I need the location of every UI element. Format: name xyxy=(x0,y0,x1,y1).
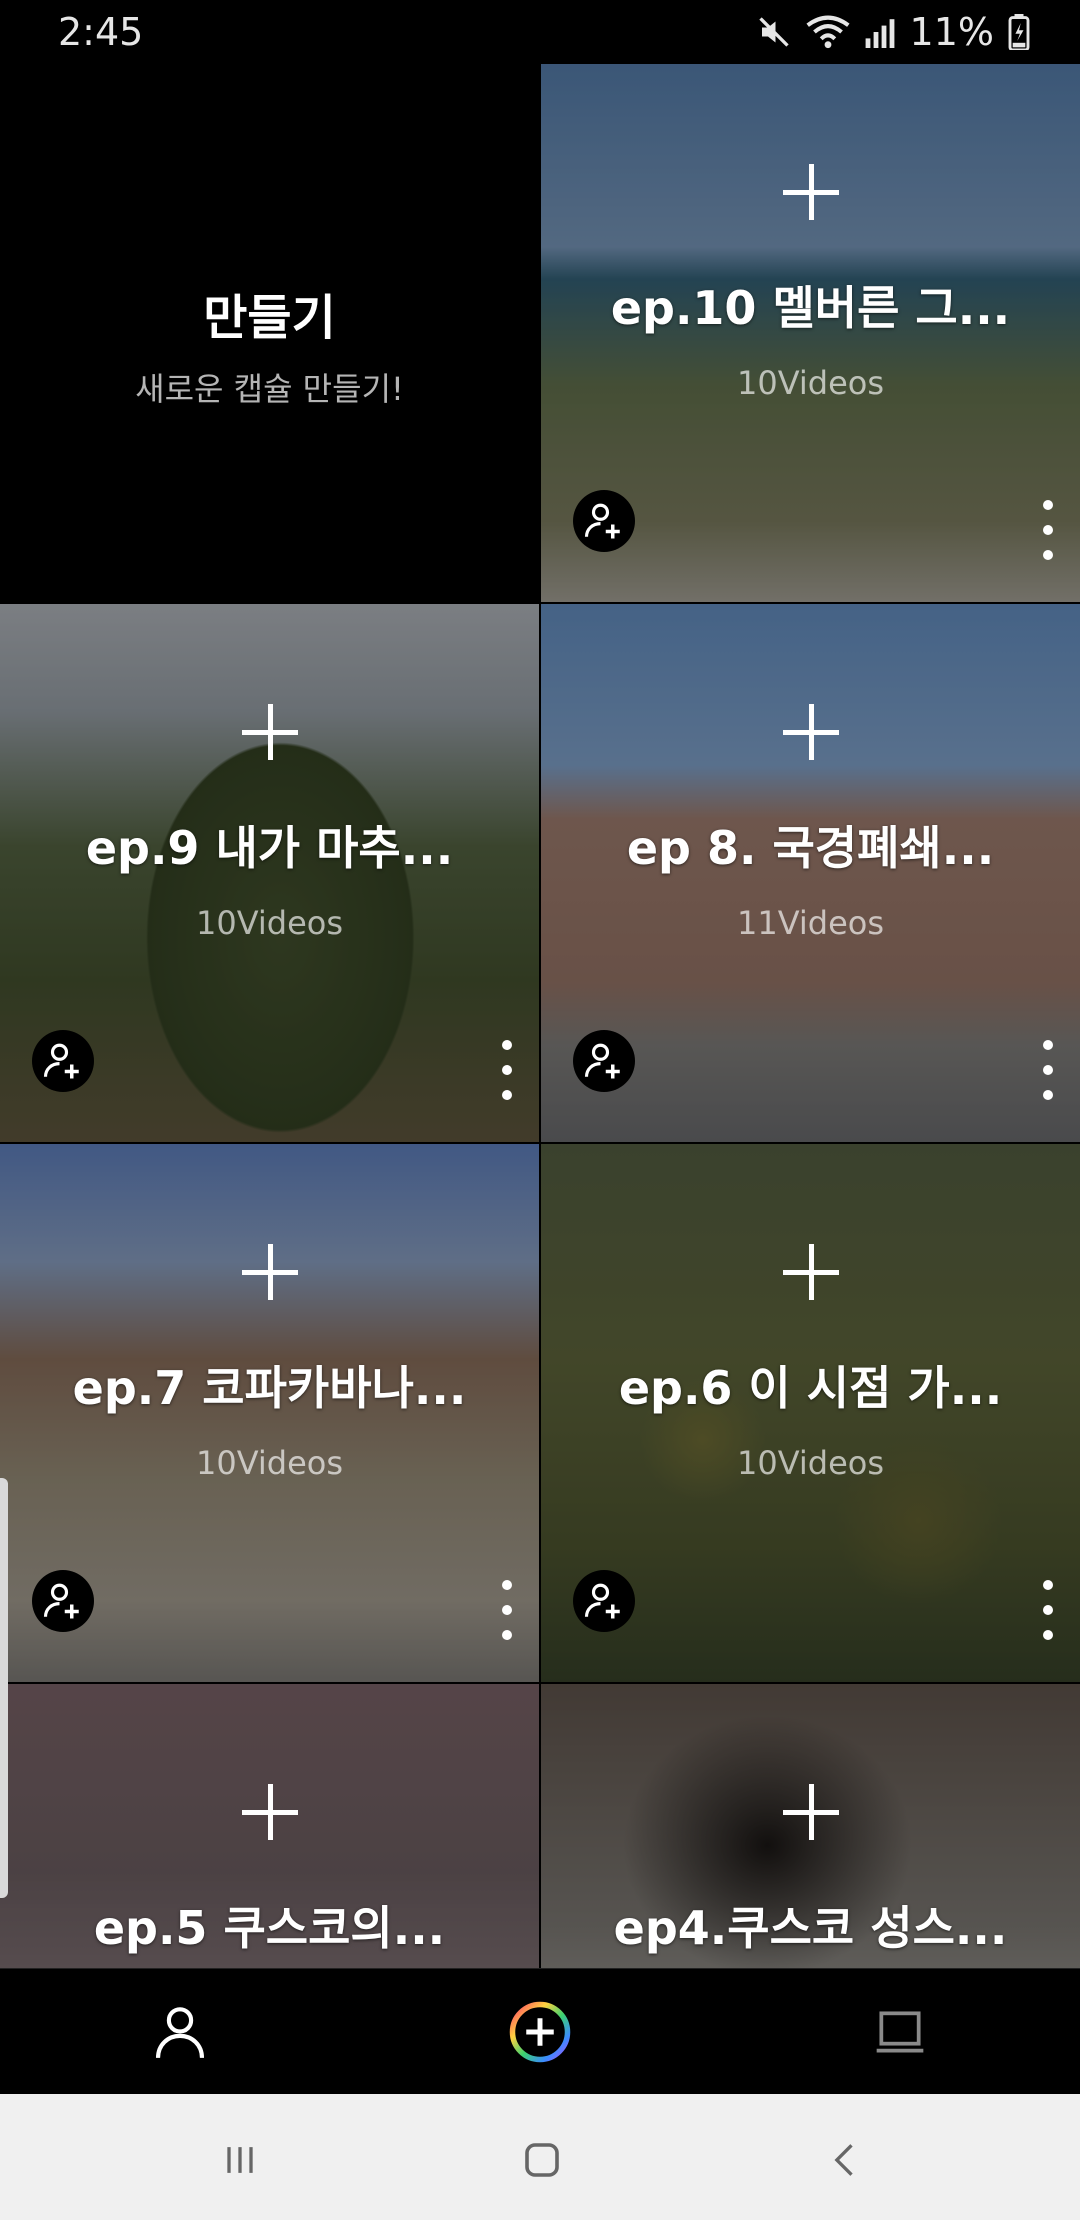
create-capsule-tile[interactable]: 만들기 새로운 캡슐 만들기! xyxy=(0,64,539,602)
more-options-icon[interactable] xyxy=(1033,1580,1063,1640)
capsule-title: ep.5 쿠스코의... xyxy=(93,1901,446,1955)
signal-icon xyxy=(864,14,896,50)
status-icons: 11% xyxy=(756,10,1030,54)
capsule-title: ep4.쿠스코 성스... xyxy=(613,1901,1008,1955)
capsule-tile[interactable]: ep.5 쿠스코의... xyxy=(0,1684,539,1968)
capsule-video-count: 10Videos xyxy=(195,1444,344,1482)
invite-user-icon[interactable] xyxy=(573,1570,635,1632)
add-video-icon[interactable] xyxy=(782,1784,839,1840)
add-video-icon[interactable] xyxy=(241,1784,298,1840)
back-icon[interactable] xyxy=(816,2130,876,2190)
create-title: 만들기 xyxy=(203,290,336,346)
create-capsule-icon[interactable] xyxy=(505,1997,575,2067)
profile-icon[interactable] xyxy=(145,1997,215,2067)
more-options-icon[interactable] xyxy=(492,1580,522,1640)
invite-user-icon[interactable] xyxy=(573,490,635,552)
invite-user-icon[interactable] xyxy=(32,1570,94,1632)
library-icon[interactable] xyxy=(865,1997,935,2067)
add-video-icon[interactable] xyxy=(241,704,298,760)
more-options-icon[interactable] xyxy=(1033,500,1063,560)
add-video-icon[interactable] xyxy=(241,1244,298,1300)
capsule-video-count: 11Videos xyxy=(736,904,885,942)
capsule-tile[interactable]: ep 8. 국경폐쇄... 11Videos xyxy=(541,604,1080,1142)
status-bar: 2:45 11% xyxy=(0,0,1080,64)
capsule-title: ep.9 내가 마추... xyxy=(85,821,454,875)
invite-user-icon[interactable] xyxy=(32,1030,94,1092)
create-subtitle: 새로운 캡슐 만들기! xyxy=(135,370,404,408)
more-options-icon[interactable] xyxy=(492,1040,522,1100)
capsule-grid: 만들기 새로운 캡슐 만들기! ep.10 멜버른 그... 10Videos … xyxy=(0,64,1080,1968)
battery-charging-icon xyxy=(1008,14,1030,50)
add-video-icon[interactable] xyxy=(782,164,839,220)
capsule-title: ep.7 코파카바나... xyxy=(72,1361,467,1415)
capsule-title: ep 8. 국경폐쇄... xyxy=(626,821,995,875)
more-options-icon[interactable] xyxy=(1033,1040,1063,1100)
mute-icon xyxy=(756,14,792,50)
capsule-title: ep.6 이 시점 가... xyxy=(618,1361,1003,1415)
capsule-video-count: 10Videos xyxy=(736,364,885,402)
capsule-title: ep.10 멜버른 그... xyxy=(610,281,1011,335)
status-time: 2:45 xyxy=(58,10,144,54)
home-icon[interactable] xyxy=(512,2130,572,2190)
capsule-video-count: 10Videos xyxy=(736,1444,885,1482)
add-video-icon[interactable] xyxy=(782,704,839,760)
capsule-video-count: 10Videos xyxy=(195,904,344,942)
invite-user-icon[interactable] xyxy=(573,1030,635,1092)
edge-panel-handle[interactable] xyxy=(0,1478,8,1898)
capsule-tile[interactable]: ep4.쿠스코 성스... xyxy=(541,1684,1080,1968)
battery-percent: 11% xyxy=(909,10,994,54)
wifi-icon xyxy=(806,14,850,50)
add-video-icon[interactable] xyxy=(782,1244,839,1300)
recents-icon[interactable] xyxy=(210,2130,270,2190)
system-nav-bar xyxy=(0,2094,1080,2220)
capsule-tile[interactable]: ep.7 코파카바나... 10Videos xyxy=(0,1144,539,1682)
capsule-tile[interactable]: ep.10 멜버른 그... 10Videos xyxy=(541,64,1080,602)
capsule-tile[interactable]: ep.9 내가 마추... 10Videos xyxy=(0,604,539,1142)
bottom-nav xyxy=(0,1968,1080,2094)
capsule-tile[interactable]: ep.6 이 시점 가... 10Videos xyxy=(541,1144,1080,1682)
